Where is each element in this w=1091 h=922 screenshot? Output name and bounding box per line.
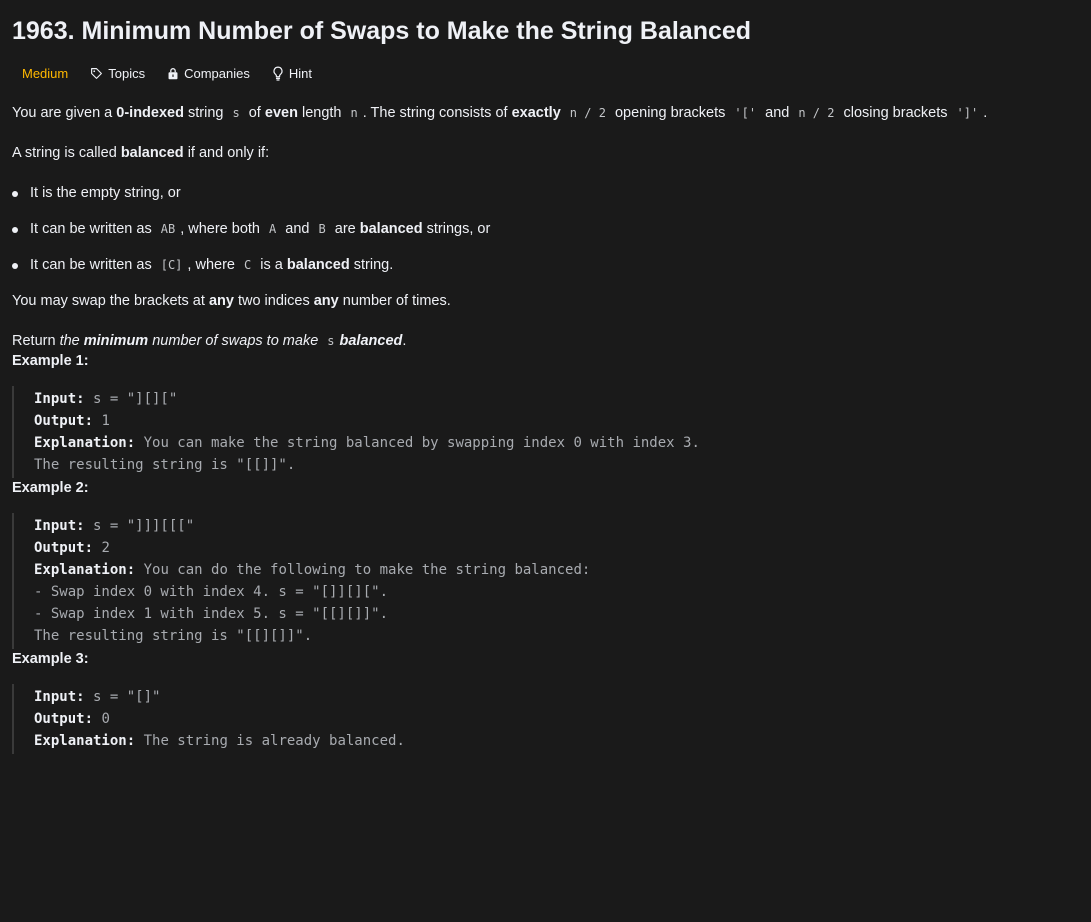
list-item: It is the empty string, or — [12, 183, 1079, 203]
hint-tag-button[interactable]: Hint — [262, 64, 322, 83]
list-item: It can be written as [C], where C is a b… — [12, 255, 1079, 275]
companies-label: Companies — [184, 65, 250, 81]
lock-icon — [168, 67, 178, 79]
companies-tag-button[interactable]: Companies — [157, 64, 260, 83]
example-1-block: Input: s = "][][" Output: 1 Explanation:… — [12, 386, 1079, 478]
example-1-title: Example 1: — [12, 353, 89, 369]
description-paragraph-1: You are given a 0-indexed string s of ev… — [12, 105, 988, 121]
example-3-title: Example 3: — [12, 651, 89, 667]
topics-label: Topics — [108, 65, 146, 81]
hint-label: Hint — [288, 65, 312, 81]
balanced-conditions-list: It is the empty string, or It can be wri… — [12, 183, 1079, 275]
problem-tags-bar: Medium Topics Companies Hint — [12, 61, 1079, 85]
topics-tag-button[interactable]: Topics — [80, 64, 155, 83]
example-2-block: Input: s = "]]][[[" Output: 2 Explanatio… — [12, 513, 1079, 649]
example-3-block: Input: s = "[]" Output: 0 Explanation: T… — [12, 684, 1079, 754]
description-paragraph-2: A string is called balanced if and only … — [12, 145, 270, 161]
lightbulb-icon — [273, 66, 283, 81]
list-item: It can be written as AB, where both A an… — [12, 219, 1079, 239]
problem-description-panel: 1963. Minimum Number of Swaps to Make th… — [0, 0, 1091, 754]
problem-content: You are given a 0-indexed string s of ev… — [12, 103, 1079, 754]
tag-icon — [91, 67, 103, 79]
example-2-title: Example 2: — [12, 480, 89, 496]
page-title: 1963. Minimum Number of Swaps to Make th… — [12, 17, 752, 45]
difficulty-badge[interactable]: Medium — [12, 64, 78, 83]
description-paragraph-3: You may swap the brackets at any two ind… — [12, 293, 451, 309]
description-paragraph-4: Return the minimum number of swaps to ma… — [12, 333, 407, 349]
